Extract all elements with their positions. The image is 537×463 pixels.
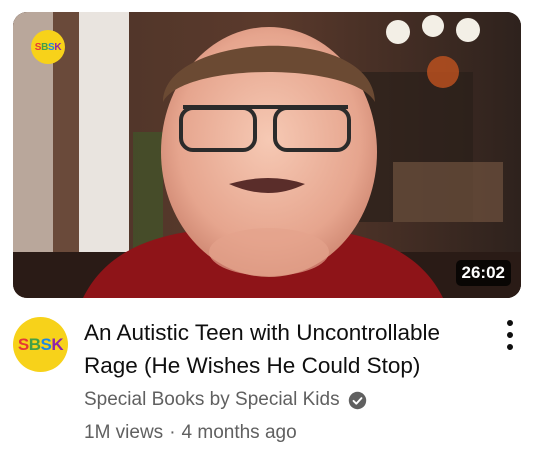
menu-dot (507, 320, 513, 326)
thumbnail-channel-logo: SBSK (31, 30, 65, 64)
video-title[interactable]: An Autistic Teen with Uncontrollable Rag… (84, 316, 494, 382)
menu-dot (507, 344, 513, 350)
more-vert-icon[interactable] (500, 318, 520, 352)
avatar-letter-s2: S (40, 334, 52, 354)
avatar-letter-s: S (17, 334, 29, 354)
meta-separator: · (169, 422, 176, 443)
video-card[interactable]: SBSK 26:02 SBSK An Autistic Teen with Un… (0, 0, 537, 463)
upload-age: 4 months ago (181, 422, 297, 443)
channel-name-row[interactable]: Special Books by Special Kids (84, 389, 367, 411)
thumbnail-logo-letter: B (41, 41, 48, 53)
menu-dot (507, 332, 513, 338)
channel-avatar[interactable]: SBSK (13, 317, 68, 372)
video-thumbnail[interactable]: SBSK 26:02 (13, 12, 521, 298)
channel-name[interactable]: Special Books by Special Kids (84, 389, 340, 411)
video-duration-badge: 26:02 (455, 260, 511, 286)
verified-check-icon (348, 391, 366, 409)
thumbnail-logo-letter: K (54, 41, 62, 53)
thumbnail-image (13, 12, 521, 298)
avatar-letter-k: K (51, 334, 64, 354)
video-metadata: 1M views · 4 months ago (84, 422, 297, 444)
view-count: 1M views (84, 422, 164, 443)
avatar-letter-b: B (28, 334, 41, 354)
